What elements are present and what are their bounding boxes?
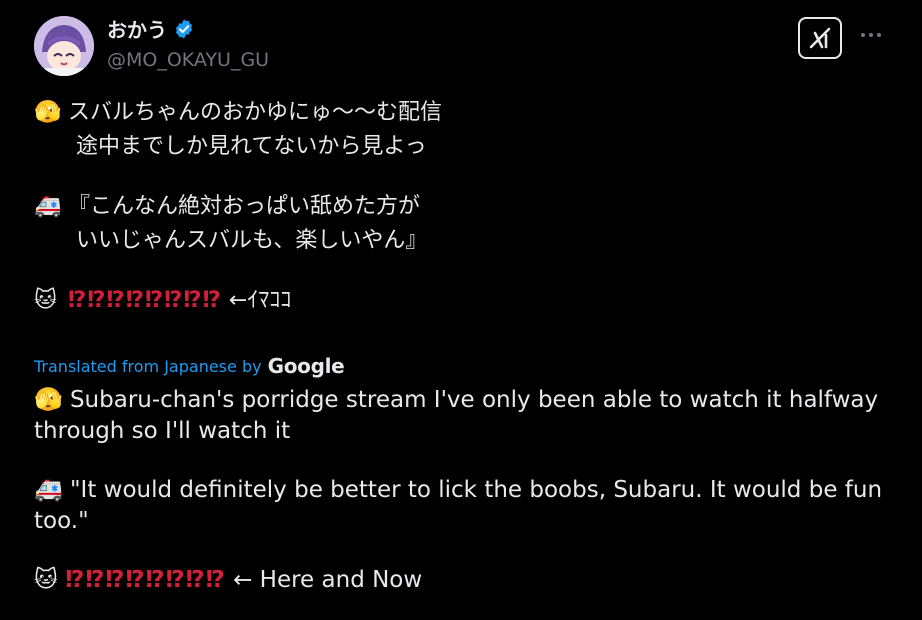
more-dots-icon: [861, 33, 881, 37]
tweet-line-text: ←ｲﾏｺｺ: [221, 288, 292, 313]
tweet-spacer: [34, 164, 904, 190]
avatar-image: [34, 16, 94, 76]
author-handle[interactable]: @MO_OKAYU_GU: [107, 49, 269, 71]
cat-face-emoji-icon: 🐱: [34, 567, 58, 593]
translated-by-label[interactable]: Translated from Japanese by Google: [34, 354, 345, 378]
google-logo: Google: [267, 354, 345, 378]
tweet-line-text: 『こんなん絶対おっぱい舐めた方が: [68, 194, 421, 219]
translated-prefix[interactable]: Translated from Japanese by: [34, 357, 262, 376]
tweet-line-text: 途中までしか見れてないから見よっ: [76, 134, 427, 159]
tweet-line-text: いいじゃんスバルも、楽しいやん』: [76, 228, 428, 253]
avatar[interactable]: [34, 16, 94, 76]
face-peeking-emoji-icon: 🫣: [34, 100, 62, 125]
face-peeking-emoji-icon: 🫣: [34, 387, 63, 413]
tweet-line: 🚑 『こんなん絶対おっぱい舐めた方が: [34, 190, 904, 224]
grok-button[interactable]: [798, 17, 842, 59]
tweet-line-text: スバルちゃんのおかゆにゅ〜〜む配信: [68, 100, 443, 125]
tweet-line: 途中までしか見れてないから見よっ: [34, 130, 904, 164]
translation-paragraph: 🐱 ⁉⁉⁉⁉⁉⁉⁉⁉ ← Here and Now: [34, 565, 894, 596]
translation-text: "It would definitely be better to lick t…: [34, 477, 883, 534]
interrobang-marks: ⁉⁉⁉⁉⁉⁉⁉⁉: [65, 567, 226, 593]
author-display-name[interactable]: おかう: [107, 14, 167, 43]
translated-text: 🫣 Subaru-chan's porridge stream I've onl…: [34, 385, 894, 596]
author-name-row[interactable]: おかう: [107, 14, 195, 43]
ambulance-emoji-icon: 🚑: [34, 477, 63, 503]
interrobang-marks: ⁉⁉⁉⁉⁉⁉⁉⁉: [68, 288, 222, 313]
translation-paragraph: 🚑 "It would definitely be better to lick…: [34, 475, 894, 537]
translation-paragraph: 🫣 Subaru-chan's porridge stream I've onl…: [34, 385, 894, 447]
cat-face-emoji-icon: 🐱: [34, 288, 57, 313]
grok-icon: [809, 27, 831, 49]
verified-badge-icon: [175, 18, 193, 39]
more-options-button[interactable]: [858, 22, 884, 48]
tweet-line: いいじゃんスバルも、楽しいやん』: [34, 224, 904, 258]
translation-spacer: [34, 447, 894, 475]
translation-text: ← Here and Now: [225, 567, 423, 593]
tweet-line: 🐱 ⁉⁉⁉⁉⁉⁉⁉⁉ ←ｲﾏｺｺ: [34, 284, 904, 318]
tweet-line: 🫣 スバルちゃんのおかゆにゅ〜〜む配信: [34, 96, 904, 130]
tweet-spacer: [34, 258, 904, 284]
tweet-text: 🫣 スバルちゃんのおかゆにゅ〜〜む配信 途中までしか見れてないから見よっ 🚑 『こん…: [34, 96, 904, 318]
ambulance-emoji-icon: 🚑: [34, 194, 62, 219]
translation-text: Subaru-chan's porridge stream I've only …: [34, 387, 879, 444]
